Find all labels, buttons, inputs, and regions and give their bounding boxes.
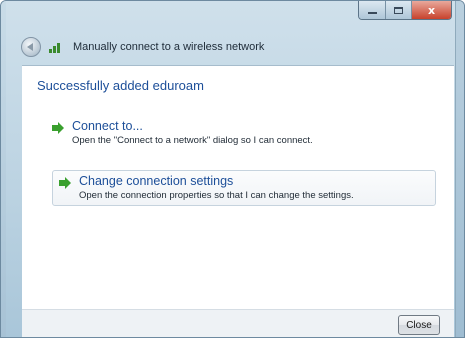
close-button[interactable]: Close — [398, 315, 440, 335]
minimize-button[interactable] — [359, 1, 385, 19]
connect-to-description: Open the "Connect to a network" dialog s… — [72, 135, 313, 146]
close-icon: x — [427, 3, 436, 17]
window-frame-left — [1, 1, 6, 337]
caption-buttons: x — [358, 1, 452, 20]
back-arrow-icon — [27, 43, 33, 51]
connect-to-text: Connect to... Open the "Connect to a net… — [72, 119, 313, 147]
dialog-window: x Manually connect to a wireless network… — [0, 0, 465, 338]
navigation-bar: Manually connect to a wireless network — [21, 35, 264, 59]
change-settings-link[interactable]: Change connection settings — [79, 174, 354, 189]
dialog-footer: Close — [22, 309, 454, 337]
maximize-button[interactable] — [385, 1, 411, 19]
green-arrow-icon — [52, 122, 64, 134]
wireless-network-icon — [49, 41, 63, 53]
back-button[interactable] — [21, 37, 41, 57]
dialog-title: Manually connect to a wireless network — [73, 41, 265, 53]
green-arrow-icon — [59, 177, 71, 189]
content-pane: Successfully added eduroam Connect to...… — [22, 65, 454, 310]
minimize-icon — [367, 12, 377, 14]
change-settings-option[interactable]: Change connection settings Open the conn… — [52, 170, 436, 206]
change-settings-description: Open the connection properties so that I… — [79, 190, 354, 201]
window-close-button[interactable]: x — [411, 1, 451, 19]
success-heading: Successfully added eduroam — [37, 78, 204, 93]
connect-to-link[interactable]: Connect to... — [72, 119, 313, 134]
connect-to-option[interactable]: Connect to... Open the "Connect to a net… — [52, 119, 313, 147]
window-frame-right — [455, 1, 464, 337]
change-settings-text: Change connection settings Open the conn… — [79, 174, 354, 202]
maximize-icon — [394, 6, 403, 14]
